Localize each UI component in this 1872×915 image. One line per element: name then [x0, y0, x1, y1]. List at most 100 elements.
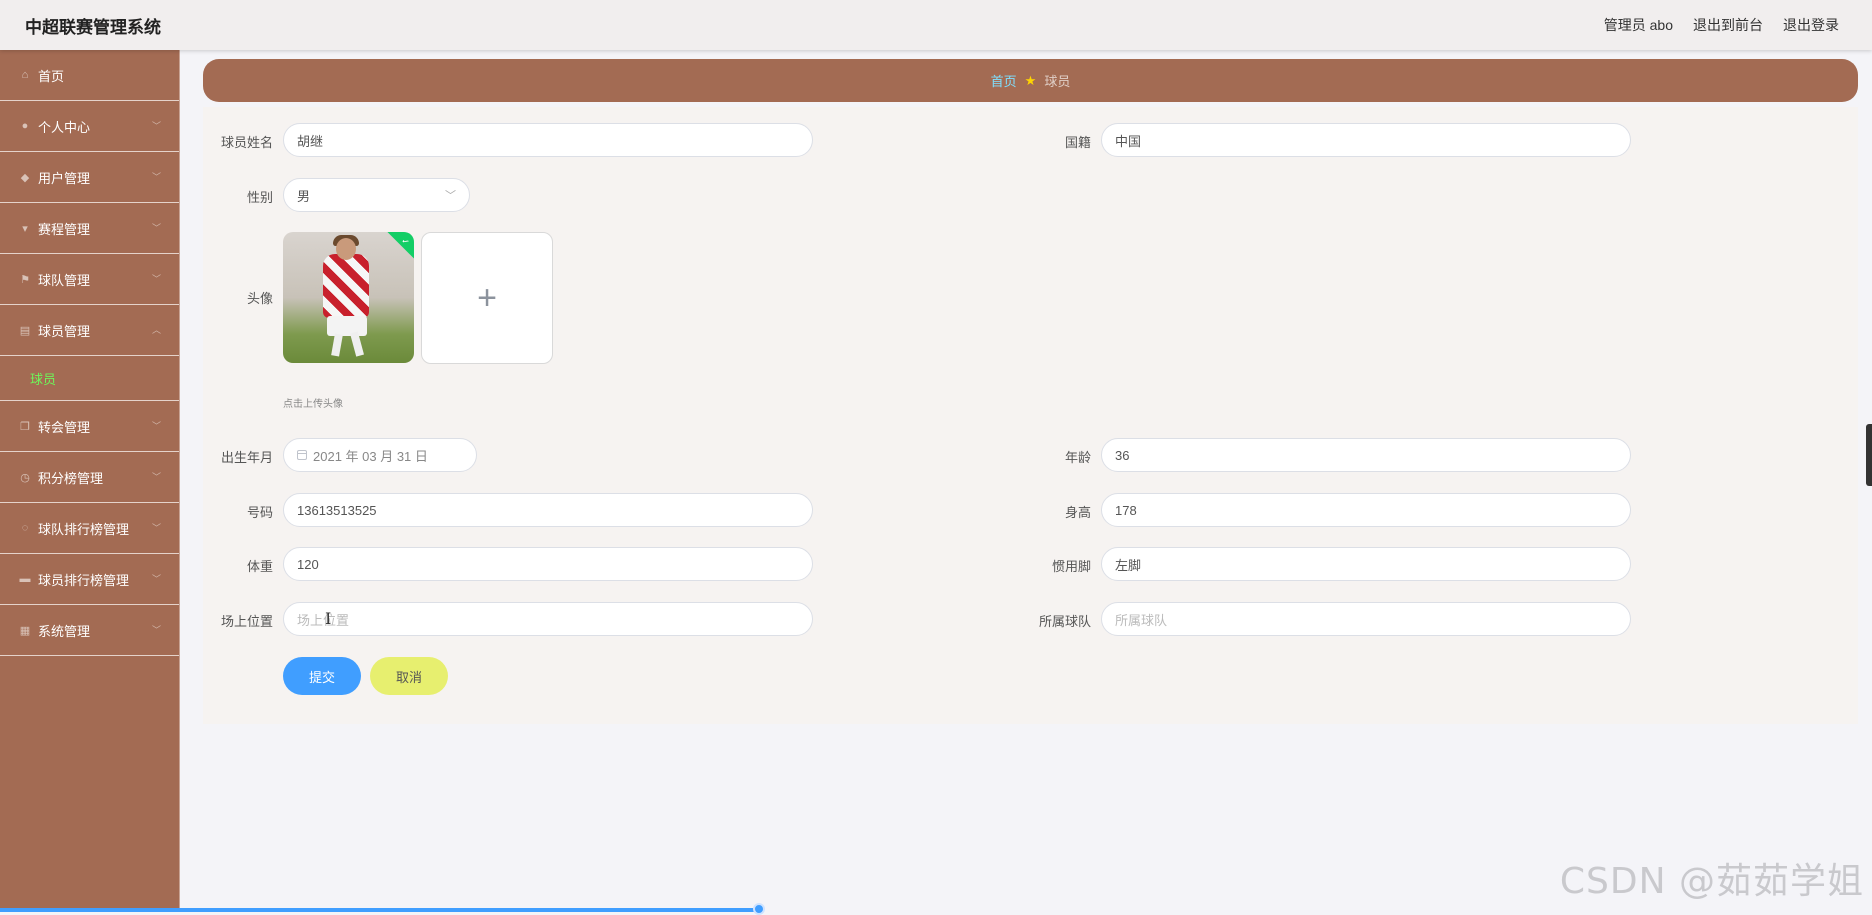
nationality-label: 国籍 [1064, 135, 1091, 150]
sidebar-item-label: 球员排行榜管理 [38, 572, 130, 588]
clock-icon: ◷ [20, 471, 30, 484]
text-cursor-icon: I [325, 609, 332, 628]
team-placeholder: 所属球队 [1115, 612, 1168, 628]
chevron-down-icon: ﹀ [151, 421, 161, 431]
exit-to-frontend-link[interactable]: 退出到前台 [1693, 15, 1763, 35]
sidebar: ⌂ 首页 ● 个人中心 ﹀ ◆ 用户管理 ﹀ ▾ 赛程管理 ﹀ ⚑ 球队管理 ﹀… [0, 50, 180, 912]
plus-icon: + [477, 278, 497, 317]
sidebar-item-standings-management[interactable]: ◷ 积分榜管理 ﹀ [0, 452, 179, 503]
age-input[interactable]: 36 [1101, 438, 1631, 472]
player-leg [331, 333, 343, 357]
avatar-upload-tip: 点击上传头像 [283, 399, 343, 410]
team-label: 所属球队 [1038, 614, 1091, 629]
birth-label: 出生年月 [220, 450, 273, 465]
weight-label: 体重 [246, 559, 273, 574]
app-title: 中超联赛管理系统 [25, 18, 161, 37]
foot-label: 惯用脚 [1051, 559, 1091, 574]
avatar-thumbnail-image[interactable]: ✓ [283, 232, 414, 363]
birth-value: 2021 年 03 月 31 日 [313, 448, 428, 464]
weight-value: 120 [297, 556, 319, 572]
user-icon: ● [21, 120, 29, 132]
player-name-value: 胡继 [297, 133, 324, 149]
star-icon: ★ [1024, 72, 1037, 88]
chevron-down-icon: ﹀ [151, 223, 161, 233]
chevron-down-icon: ﹀ [151, 523, 161, 533]
sidebar-item-label: 首页 [38, 68, 65, 84]
chevron-up-icon: ︿ [151, 325, 161, 335]
sidebar-item-user-management[interactable]: ◆ 用户管理 ﹀ [0, 152, 179, 203]
sidebar-item-system-management[interactable]: ▦ 系统管理 ﹀ [0, 605, 179, 656]
admin-user-link[interactable]: 管理员 abo [1604, 15, 1673, 35]
gender-select[interactable]: 男 ﹀ [283, 178, 470, 212]
sidebar-item-player-management[interactable]: ▤ 球员管理 ︿ [0, 305, 179, 356]
height-label: 身高 [1064, 505, 1091, 520]
sidebar-item-player-ranking-management[interactable]: ▬ 球员排行榜管理 ﹀ [0, 554, 179, 605]
gender-value: 男 [297, 188, 311, 204]
height-input[interactable]: 178 [1101, 493, 1631, 527]
chevron-down-icon: ﹀ [151, 472, 161, 482]
sidebar-item-personal-center[interactable]: ● 个人中心 ﹀ [0, 101, 179, 152]
birth-date-picker[interactable]: 2021 年 03 月 31 日 [283, 438, 477, 472]
position-input[interactable]: 场上位置 [283, 602, 813, 636]
player-jersey [323, 254, 369, 318]
player-head [336, 238, 356, 260]
sidebar-item-schedule-management[interactable]: ▾ 赛程管理 ﹀ [0, 203, 179, 254]
top-bar: 中超联赛管理系统 管理员 abo 退出到前台 退出登录 [0, 0, 1872, 50]
sidebar-subitem-player[interactable]: 球员 [0, 356, 179, 401]
player-name-label: 球员姓名 [220, 135, 273, 150]
player-name-input[interactable]: 胡继 [283, 123, 813, 157]
sidebar-item-transfer-management[interactable]: ❐ 转会管理 ﹀ [0, 401, 179, 452]
chevron-down-icon: ﹀ [151, 574, 161, 584]
weight-input[interactable]: 120 [283, 547, 813, 581]
sidebar-item-label: 球队管理 [38, 272, 91, 288]
sidebar-item-label: 球队排行榜管理 [38, 521, 130, 537]
cancel-button[interactable]: 取消 [370, 657, 448, 695]
watermark: CSDN @茹茹学姐 [1559, 861, 1864, 902]
age-label: 年龄 [1064, 450, 1091, 465]
chevron-down-icon: ﹀ [151, 121, 161, 131]
chat-icon: ▬ [19, 573, 31, 585]
logout-link[interactable]: 退出登录 [1783, 15, 1839, 35]
clipboard-icon: ▤ [19, 324, 31, 337]
chevron-down-icon: ﹀ [445, 190, 456, 202]
vertical-scrollbar[interactable] [1866, 424, 1872, 486]
spinner-icon: ◌ [21, 522, 29, 534]
pin-icon: ◆ [20, 171, 30, 184]
sidebar-item-label: 个人中心 [38, 119, 91, 135]
chevron-down-icon: ﹀ [151, 274, 161, 284]
sidebar-item-team-management[interactable]: ⚑ 球队管理 ﹀ [0, 254, 179, 305]
foot-input[interactable]: 左脚 [1101, 547, 1631, 581]
progress-knob[interactable] [753, 903, 765, 915]
sidebar-item-label: 积分榜管理 [38, 470, 104, 486]
height-value: 178 [1115, 502, 1137, 518]
position-label: 场上位置 [220, 614, 273, 629]
sidebar-item-label: 球员管理 [38, 323, 91, 339]
breadcrumb-home-link[interactable]: 首页 [991, 71, 1017, 90]
chevron-down-icon: ﹀ [151, 172, 161, 182]
avatar-upload-button[interactable]: + [421, 232, 553, 364]
team-input[interactable]: 所属球队 [1101, 602, 1631, 636]
sidebar-item-team-ranking-management[interactable]: ◌ 球队排行榜管理 ﹀ [0, 503, 179, 554]
gender-label: 性别 [246, 190, 273, 205]
nationality-input[interactable]: 中国 [1101, 123, 1631, 157]
sidebar-item-label: 用户管理 [38, 170, 91, 186]
position-placeholder: 场上位置 [297, 612, 350, 628]
sidebar-item-label: 系统管理 [38, 623, 91, 639]
bottom-progress-bar [0, 908, 762, 912]
upload-success-check-icon: ✓ [387, 232, 414, 260]
chevron-down-icon: ﹀ [151, 625, 161, 635]
trophy-icon: ▾ [22, 222, 28, 235]
top-actions: 管理员 abo 退出到前台 退出登录 [1604, 15, 1839, 35]
nationality-value: 中国 [1115, 133, 1142, 149]
home-icon: ⌂ [21, 69, 29, 81]
sidebar-item-home[interactable]: ⌂ 首页 [0, 50, 179, 101]
grid-icon: ▦ [19, 624, 31, 637]
sidebar-item-label: 转会管理 [38, 419, 91, 435]
player-shorts [327, 316, 367, 336]
breadcrumb: 首页 ★ 球员 [203, 59, 1858, 102]
number-label: 号码 [246, 505, 273, 520]
submit-button[interactable]: 提交 [283, 657, 361, 695]
foot-value: 左脚 [1115, 557, 1142, 573]
sidebar-item-label: 赛程管理 [38, 221, 91, 237]
number-input[interactable]: 13613513525 [283, 493, 813, 527]
